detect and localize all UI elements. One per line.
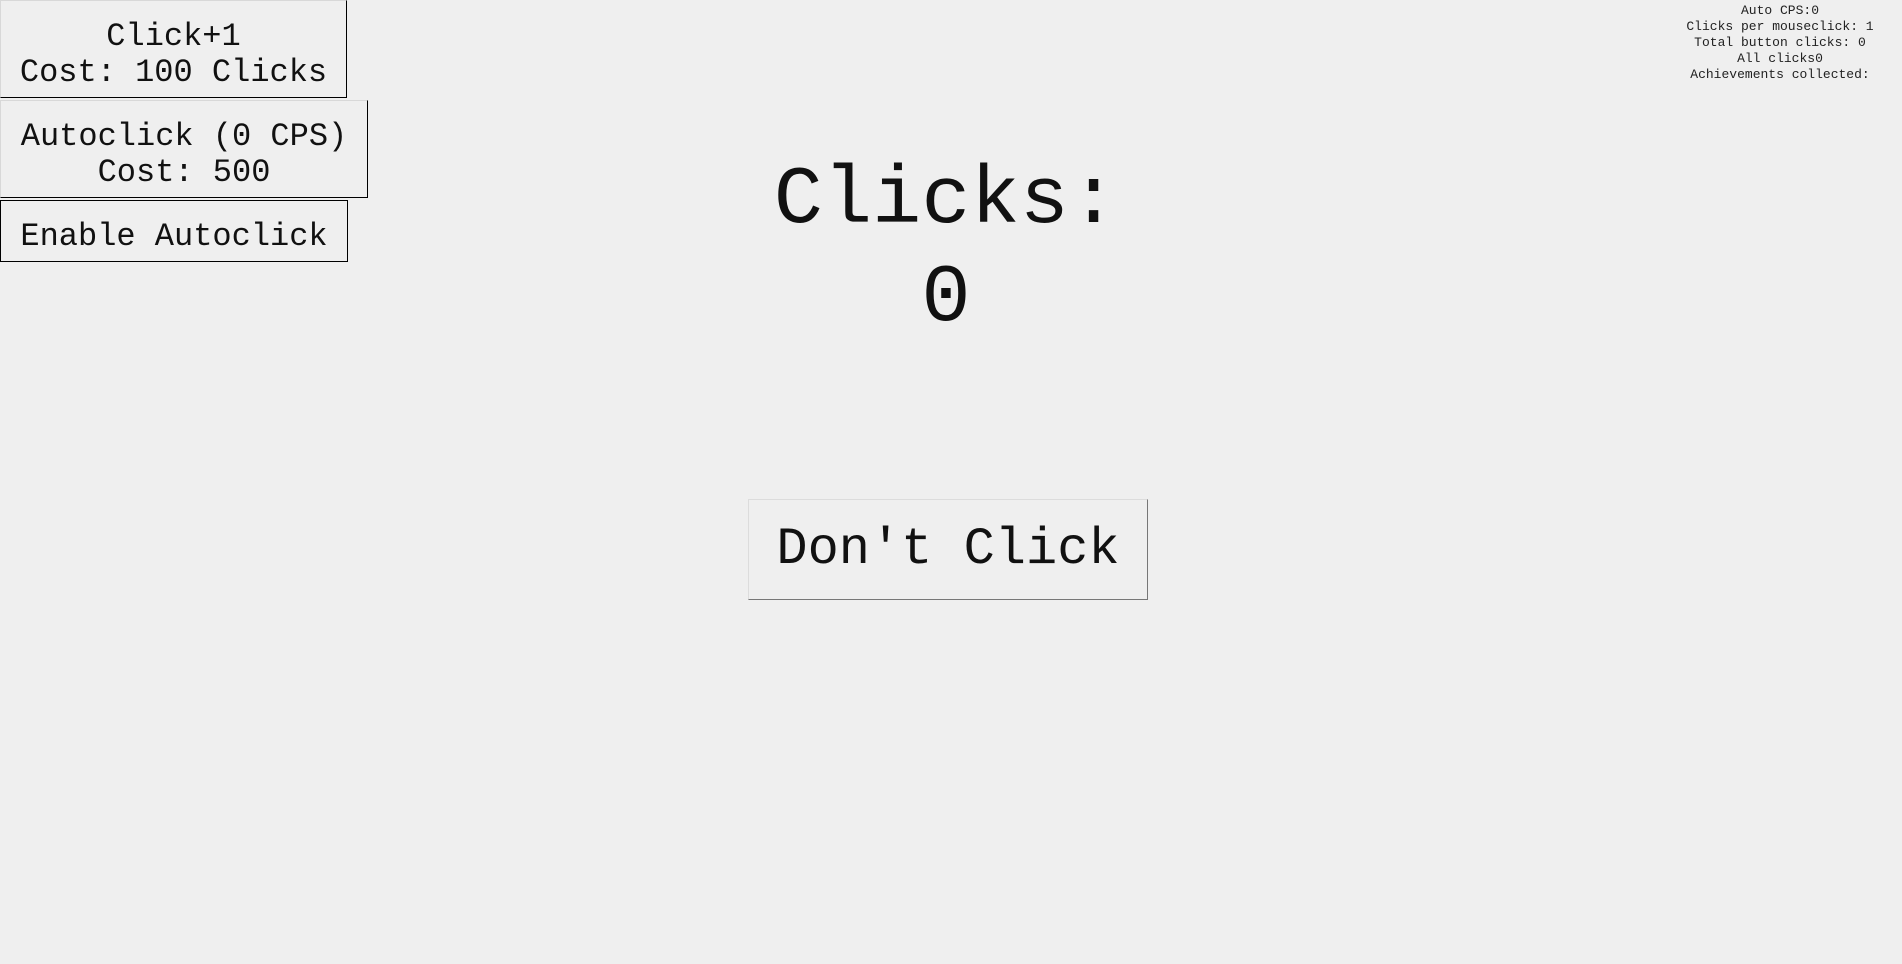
auto-cps-stat: Auto CPS:0 [1740, 3, 1819, 18]
all-clicks-stat: All clicks0 [1737, 51, 1823, 66]
stats-panel: Auto CPS:0 Clicks per mouseclick: 1 Tota… [1670, 3, 1890, 83]
click-plus-title: Click+1 [106, 17, 241, 55]
autoclick-upgrade-button[interactable]: Autoclick (0 CPS) Cost: 500 [0, 100, 368, 198]
counter-label: Clicks: [773, 154, 1119, 247]
autoclick-title: Autoclick (0 CPS) [20, 117, 348, 155]
enable-autoclick-label: Enable Autoclick [20, 218, 328, 255]
enable-autoclick-button[interactable]: Enable Autoclick [0, 200, 348, 262]
counter-value: 0 [921, 252, 971, 345]
click-counter: Clicks: 0 [650, 152, 1242, 348]
clicks-per-mouseclick-stat: Clicks per mouseclick: 1 [1686, 19, 1874, 34]
click-plus-upgrade-button[interactable]: Click+1 Cost: 100 Clicks [0, 0, 347, 98]
game-page: Click+1 Cost: 100 Clicks Autoclick (0 CP… [0, 0, 1902, 964]
total-button-clicks-stat: Total button clicks: 0 [1694, 35, 1866, 50]
autoclick-cost: Cost: 500 [97, 153, 271, 191]
dont-click-button[interactable]: Don't Click [748, 499, 1148, 600]
achievements-stat: Achievements collected: [1690, 67, 1870, 82]
click-plus-cost: Cost: 100 Clicks [19, 53, 328, 91]
